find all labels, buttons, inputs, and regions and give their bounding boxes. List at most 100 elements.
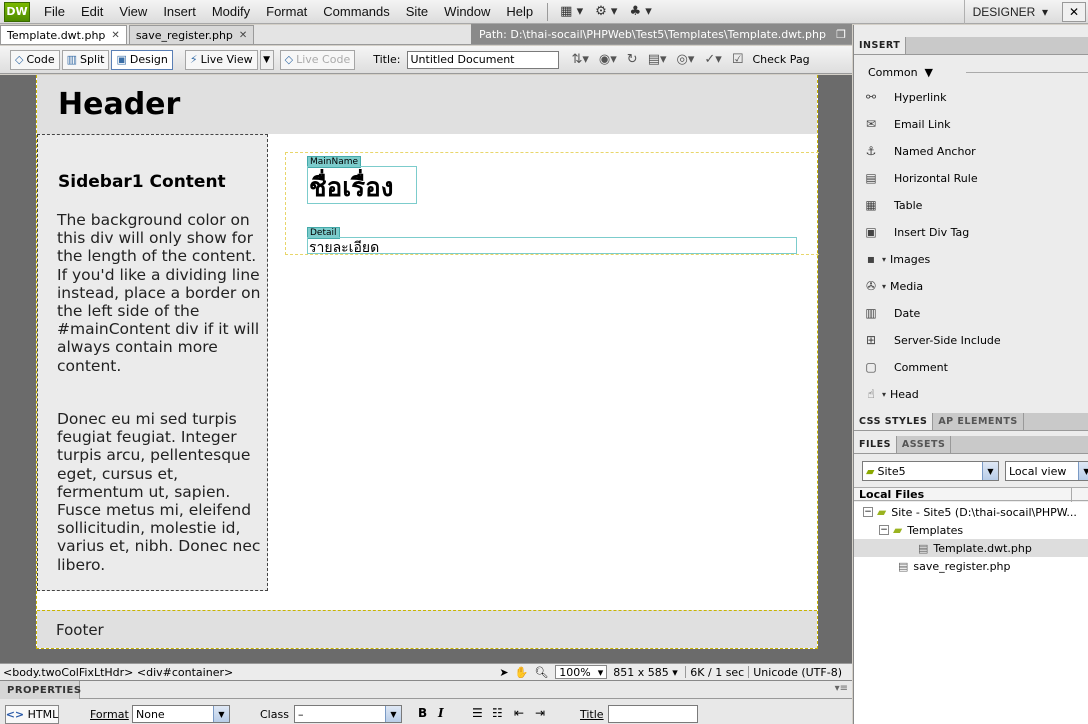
tab-ap-elements[interactable]: AP ELEMENTS: [933, 413, 1024, 430]
editable-region-detail[interactable]: รายละเอียด: [307, 237, 797, 256]
tree-file-save-register[interactable]: ▤ save_register.php: [854, 557, 1088, 575]
check-page-icon[interactable]: ☑: [732, 52, 744, 67]
zoom-tool-icon[interactable]: 🔍︎: [534, 666, 548, 679]
separator: [685, 666, 687, 678]
menu-window[interactable]: Window: [436, 4, 498, 19]
live-view-icon: ⚡: [189, 53, 198, 66]
close-tab-icon[interactable]: ✕: [239, 30, 247, 41]
tree-site-root[interactable]: − ▰ Site - Site5 (D:\thai-socail\PHPW...: [854, 503, 1088, 521]
insert-media[interactable]: ✇ ▾ Media: [862, 276, 1087, 296]
insert-hyperlink[interactable]: ⚯ Hyperlink: [862, 87, 1087, 107]
validate-markup-icon[interactable]: ✓▾: [704, 52, 721, 67]
site-select[interactable]: ▰ Site5 ▼: [862, 461, 999, 481]
menu-modify[interactable]: Modify: [204, 4, 258, 19]
insert-date[interactable]: ▥ Date: [862, 303, 1087, 323]
insert-div-tag[interactable]: ▣ Insert Div Tag: [862, 222, 1087, 242]
design-view[interactable]: Header Sidebar1 Content The background c…: [0, 75, 852, 663]
insert-comment[interactable]: ▢ Comment: [862, 357, 1087, 377]
live-code-button[interactable]: ◇ Live Code: [279, 49, 356, 70]
outdent-icon[interactable]: ⇤: [514, 706, 524, 720]
title-prop-input[interactable]: [608, 705, 698, 723]
close-icon[interactable]: ✕: [1062, 2, 1086, 22]
design-label: Design: [129, 53, 168, 66]
tree-templates-folder[interactable]: − ▰ Templates: [854, 521, 1088, 539]
insert-horizontal-rule[interactable]: ▤ Horizontal Rule: [862, 168, 1087, 188]
workspace-label: DESIGNER: [972, 5, 1036, 19]
tab-insert[interactable]: INSERT: [854, 37, 907, 54]
extend-gear-icon[interactable]: ⚙ ▾: [589, 4, 623, 19]
split-view-button[interactable]: ▥ Split: [61, 49, 110, 70]
view-select[interactable]: Local view ▼: [1005, 461, 1088, 481]
insert-email-link[interactable]: ✉ Email Link: [862, 114, 1087, 134]
tab-files[interactable]: FILES: [854, 436, 897, 453]
site-manage-icon[interactable]: ♣ ▾: [623, 4, 657, 19]
tab-assets[interactable]: ASSETS: [897, 436, 952, 453]
panel-menu-icon[interactable]: ▾≡: [835, 683, 848, 694]
insert-named-anchor[interactable]: ⚓ Named Anchor: [862, 141, 1087, 161]
tag-selector[interactable]: <body.twoColFixLtHdr> <div#container>: [3, 666, 233, 679]
code-view-button[interactable]: ◇ Code: [10, 49, 60, 70]
menu-file[interactable]: File: [36, 4, 73, 19]
format-select[interactable]: None ▼: [132, 705, 230, 723]
document-title-input[interactable]: [406, 50, 559, 69]
design-view-button[interactable]: ▣ Design: [111, 49, 173, 70]
php-file-icon: ▤: [898, 559, 909, 573]
visual-aids-icon[interactable]: ◎▾: [677, 52, 695, 67]
insert-head[interactable]: ☝ ▾ Head: [862, 384, 1087, 404]
zoom-select[interactable]: 100% ▾: [555, 665, 608, 679]
separator: [748, 666, 750, 678]
html-mode-button[interactable]: <> HTML: [5, 705, 59, 724]
menu-site[interactable]: Site: [398, 4, 436, 19]
check-page-button[interactable]: Check Pag: [752, 53, 809, 66]
menu-help[interactable]: Help: [498, 4, 541, 19]
restore-window-icon[interactable]: ❐: [836, 28, 846, 41]
page-container[interactable]: Header Sidebar1 Content The background c…: [36, 75, 819, 649]
close-tab-icon[interactable]: ✕: [111, 30, 119, 41]
view-options-icon[interactable]: ▤▾: [648, 52, 667, 67]
ordered-list-icon[interactable]: ☷: [492, 706, 503, 720]
editable-region-mainname[interactable]: ชื่อเรื่อง: [307, 166, 417, 204]
insert-server-side-include[interactable]: ⊞ Server-Side Include: [862, 330, 1087, 350]
hand-tool-icon[interactable]: ✋: [515, 666, 529, 679]
sidebar1[interactable]: Sidebar1 Content The background color on…: [37, 134, 268, 591]
menu-commands[interactable]: Commands: [315, 4, 397, 19]
class-select[interactable]: – ▼: [294, 705, 402, 723]
menu-view[interactable]: View: [111, 4, 155, 19]
preview-browser-icon[interactable]: ◉▾: [599, 52, 617, 67]
local-files-column-header[interactable]: Local Files: [854, 487, 1088, 502]
split-icon: ▥: [66, 53, 78, 66]
properties-title[interactable]: PROPERTIES: [0, 681, 81, 699]
page-footer[interactable]: Footer: [37, 610, 817, 648]
insert-table[interactable]: ▦ Table: [862, 195, 1087, 215]
unordered-list-icon[interactable]: ☰: [472, 706, 483, 720]
main-content[interactable]: MainName ชื่อเรื่อง Detail รายละเอียด: [285, 152, 819, 256]
window-size-dropdown-icon[interactable]: ▾: [669, 666, 682, 679]
insert-category-select[interactable]: Common ▼: [868, 66, 933, 79]
workspace-switcher[interactable]: DESIGNER ▾: [963, 0, 1056, 24]
menu-edit[interactable]: Edit: [73, 4, 111, 19]
live-view-dropdown[interactable]: ▼: [259, 49, 274, 70]
tab-template-dwt[interactable]: Template.dwt.php ✕: [0, 25, 127, 44]
bold-button[interactable]: B: [418, 706, 427, 720]
tree-label: save_register.php: [913, 559, 1011, 573]
live-view-button[interactable]: ⚡ Live View: [184, 49, 258, 70]
indent-icon[interactable]: ⇥: [535, 706, 545, 720]
menu-insert[interactable]: Insert: [155, 4, 204, 19]
select-tool-icon[interactable]: ➤: [499, 666, 508, 679]
italic-button[interactable]: I: [438, 706, 444, 720]
tab-css-styles[interactable]: CSS STYLES: [854, 413, 934, 430]
tree-file-template[interactable]: ▤ Template.dwt.php: [854, 539, 1088, 557]
window-size[interactable]: 851 x 585: [613, 666, 669, 679]
insert-images[interactable]: ▪ ▾ Images: [862, 249, 1087, 269]
refresh-icon[interactable]: ↻: [627, 52, 638, 67]
dropdown-arrow-icon: ▾: [882, 389, 887, 399]
file-management-icon[interactable]: ⇅▾: [572, 52, 589, 67]
layout-icon[interactable]: ▦ ▾: [554, 4, 589, 19]
insert-item-label: Named Anchor: [894, 144, 976, 158]
collapse-icon[interactable]: −: [879, 525, 889, 535]
menu-format[interactable]: Format: [258, 4, 315, 19]
collapse-icon[interactable]: −: [863, 507, 873, 517]
page-header[interactable]: Header: [37, 75, 817, 134]
tab-save-register[interactable]: save_register.php ✕: [128, 25, 255, 44]
dropdown-arrow-icon: ▾: [882, 281, 887, 291]
